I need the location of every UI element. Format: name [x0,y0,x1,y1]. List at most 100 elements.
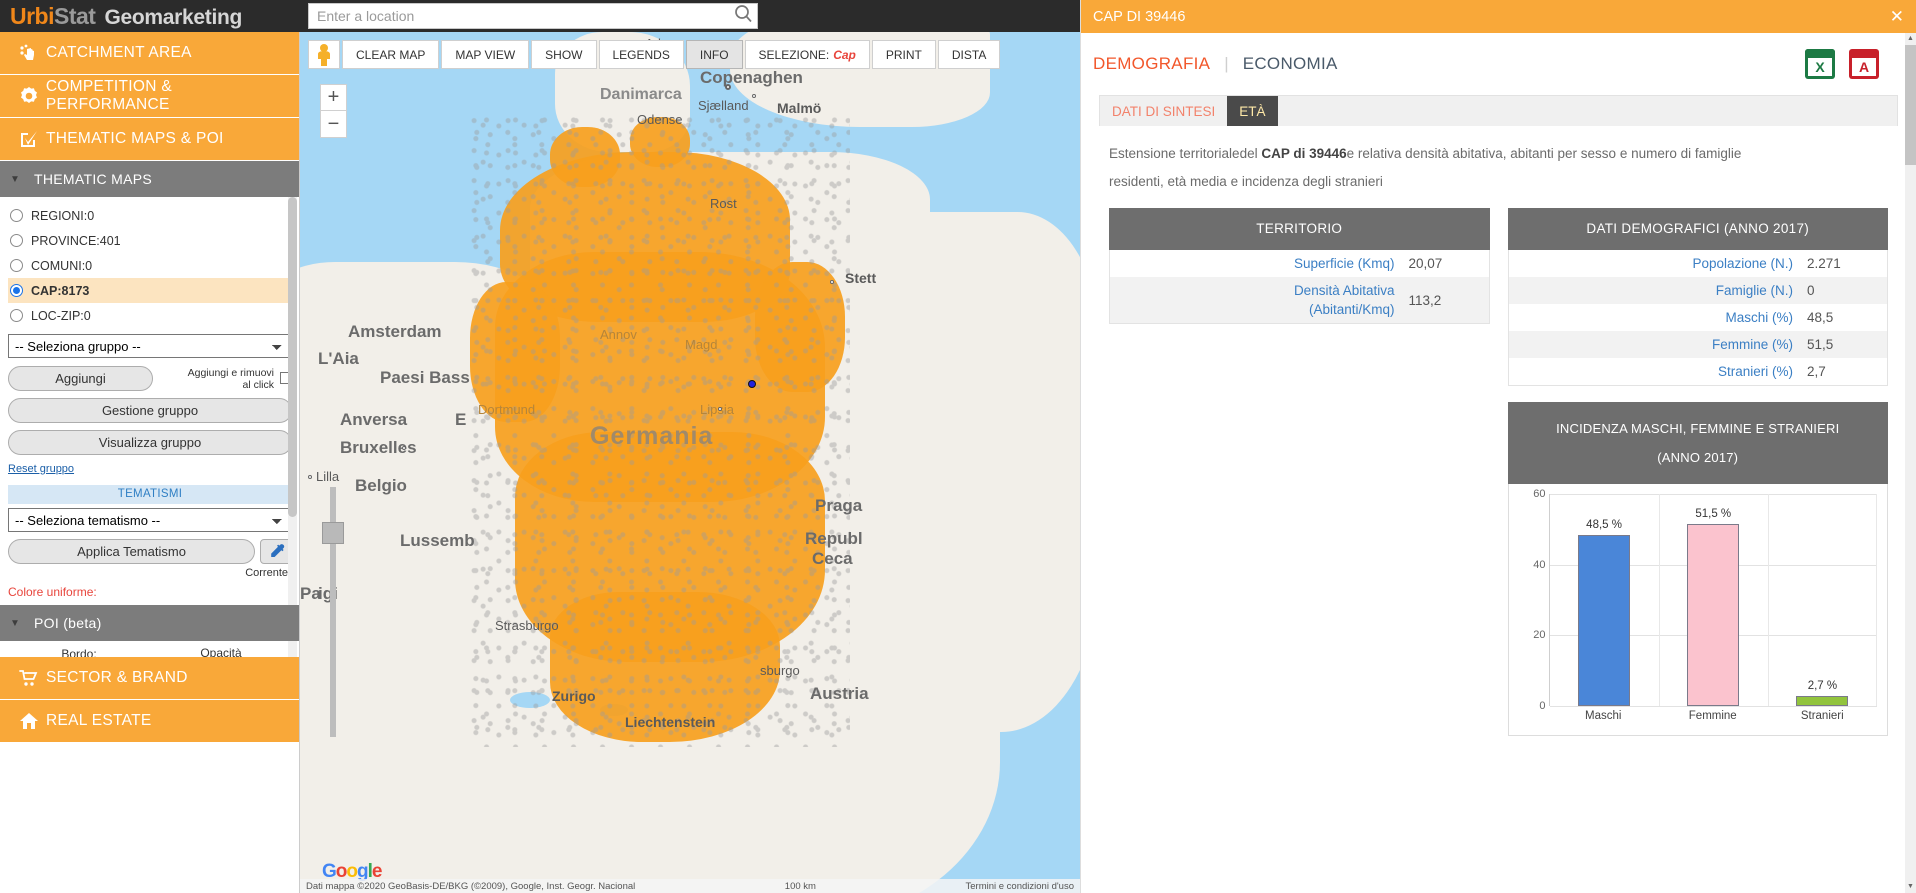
zoom-in-button[interactable]: + [320,84,347,111]
print-button[interactable]: PRINT [871,40,936,69]
view-group-button[interactable]: Visualizza gruppo [8,430,292,455]
distance-button[interactable]: DISTA [937,40,1001,69]
map-view-button[interactable]: MAP VIEW [441,40,530,69]
sidebar-item-sector-brand[interactable]: SECTOR & BRAND [0,657,299,700]
pdf-export-icon[interactable]: A [1848,47,1880,81]
chart-x-labels: Maschi Femmine Stranieri [1549,710,1878,722]
hand-pointer-icon [12,40,46,66]
clear-map-button[interactable]: CLEAR MAP [342,40,440,69]
corrente-label: Corrente [245,567,288,579]
zoom-out-button[interactable]: − [320,111,347,138]
export-icons: X A [1804,47,1880,81]
left-sidebar: CATCHMENT AREA COMPETITION & PERFORMANCE… [0,32,300,893]
radio-icon[interactable] [10,284,23,297]
panel-scrollbar[interactable]: ▲ ▼ [1905,33,1916,893]
row-value: 0 [1807,283,1815,298]
add-button[interactable]: Aggiungi [8,366,153,391]
attribution-text: Dati mappa ©2020 GeoBasis-DE/BKG (©2009)… [306,880,636,892]
tab-demografia[interactable]: DEMOGRAFIA [1093,54,1210,74]
layer-label: REGIONI:0 [31,208,95,223]
section-title: POI (beta) [34,615,102,631]
bar-femmine[interactable] [1687,524,1740,706]
chart-bars: 48,5 % 51,5 % 2,7 % [1550,494,1878,706]
row-label: Popolazione (N.) [1692,256,1793,271]
sidebar-item-thematic-maps-poi[interactable]: THEMATIC MAPS & POI [0,118,299,161]
search-icon[interactable] [729,4,757,28]
row-value: 113,2 [1408,292,1442,308]
show-button[interactable]: SHOW [531,40,597,69]
subtab-dati-di-sintesi[interactable]: DATI DI SINTESI [1100,96,1227,126]
layer-option-comuni[interactable]: COMUNI:0 [8,253,292,278]
scroll-down-arrow[interactable]: ▼ [1905,881,1916,893]
map-label: Liechtenstein [625,714,716,730]
map-label: Amsterdam [348,322,442,341]
zoom-slider[interactable] [322,487,344,737]
map-label: Paesi Bass [380,368,470,387]
y-axis-tick: 20 [1533,629,1546,642]
bar-stranieri[interactable] [1796,696,1849,706]
map-container[interactable]: Arhus Copenaghen Danimarca Sjælland Malm… [300,32,1080,893]
sidebar-item-catchment-area[interactable]: CATCHMENT AREA [0,32,299,75]
description-part2: e relativa densità abitativa, abitanti p… [1346,146,1742,161]
row-label: Superficie (Kmq) [1293,256,1395,271]
layer-label: COMUNI:0 [31,258,93,273]
app-logo[interactable]: Urbi Stat Geomarketing [0,3,242,30]
manage-group-button[interactable]: Gestione gruppo [8,398,292,423]
tematismi-label: TEMATISMI [8,485,292,504]
selection-button[interactable]: SELEZIONE: Cap [744,40,870,69]
thematic-maps-section-header[interactable]: ▼ THEMATIC MAPS [0,161,299,197]
apply-theme-button[interactable]: Applica Tematismo [8,539,255,564]
home-icon [12,708,46,734]
right-info-panel: CAP DI 39446 ✕ DEMOGRAFIA | ECONOMIA X A… [1080,0,1916,893]
selected-location-marker[interactable] [748,380,756,388]
city-marker [308,475,312,479]
info-button[interactable]: INFO [685,40,743,69]
excel-export-icon[interactable]: X [1804,47,1836,81]
reset-group-link[interactable]: Reset gruppo [8,463,74,475]
group-select[interactable]: -- Seleziona gruppo -- [8,334,292,358]
sidebar-item-competition-performance[interactable]: COMPETITION & PERFORMANCE [0,75,299,118]
layer-option-loc-zip[interactable]: LOC-ZIP:0 [8,303,292,328]
city-marker [830,280,834,284]
bar-maschi[interactable] [1578,534,1631,706]
close-icon[interactable]: ✕ [1890,8,1904,25]
add-hint-line1: Aggiungi e rimuovi [187,367,274,379]
row-value: 2.271 [1807,256,1841,271]
layer-option-province[interactable]: PROVINCE:401 [8,228,292,253]
legends-button[interactable]: LEGENDS [598,40,684,69]
pegman-icon[interactable] [308,40,340,69]
map-toolbar: CLEAR MAP MAP VIEW SHOW LEGENDS INFO SEL… [308,40,1002,69]
scrollbar-thumb[interactable] [1905,45,1916,165]
row-value: 48,5 [1807,310,1834,325]
territorio-table: TERRITORIO Superficie (Kmq) 20,07 Densit… [1109,208,1490,736]
scroll-up-arrow[interactable]: ▲ [1905,33,1916,45]
search-input[interactable] [309,8,729,24]
logo-geomarketing-text: Geomarketing [104,5,243,29]
y-axis-tick: 40 [1533,558,1546,571]
location-search[interactable] [308,3,758,29]
table-body: Popolazione (N.) 2.271 Famiglie (N.) 0 M… [1507,250,1888,386]
sidebar-item-real-estate[interactable]: REAL ESTATE [0,700,299,743]
zoom-slider-knob[interactable] [322,522,344,544]
layer-option-cap[interactable]: CAP:8173 [8,278,292,303]
radio-icon[interactable] [10,209,23,222]
subtab-eta[interactable]: ETÀ [1227,96,1278,126]
demografici-table: DATI DEMOGRAFICI (ANNO 2017) Popolazione… [1507,208,1888,736]
scrollbar-thumb[interactable] [288,197,297,517]
theme-select[interactable]: -- Seleziona tematismo -- [8,508,292,532]
add-group-row: Aggiungi Aggiungi e rimuovi al click [8,366,292,391]
map-canvas[interactable]: Arhus Copenaghen Danimarca Sjælland Malm… [300,32,1080,893]
map-label: Rost [710,196,737,211]
radio-icon[interactable] [10,259,23,272]
tab-economia[interactable]: ECONOMIA [1243,54,1338,74]
bar-group: 2,7 % [1768,494,1877,706]
terms-link[interactable]: Termini e condizioni d'uso [966,881,1074,892]
chart-plot-area: 60 40 20 0 48,5 % 51,5 % 2,7 % Maschi Fe… [1507,484,1888,736]
poi-section-header[interactable]: ▼ POI (beta) [0,605,299,641]
uniform-color-label: Colore uniforme: [8,585,97,599]
cart-icon [12,665,46,691]
radio-icon[interactable] [10,309,23,322]
layer-option-regioni[interactable]: REGIONI:0 [8,203,292,228]
bar-data-label: 48,5 % [1586,518,1622,531]
radio-icon[interactable] [10,234,23,247]
